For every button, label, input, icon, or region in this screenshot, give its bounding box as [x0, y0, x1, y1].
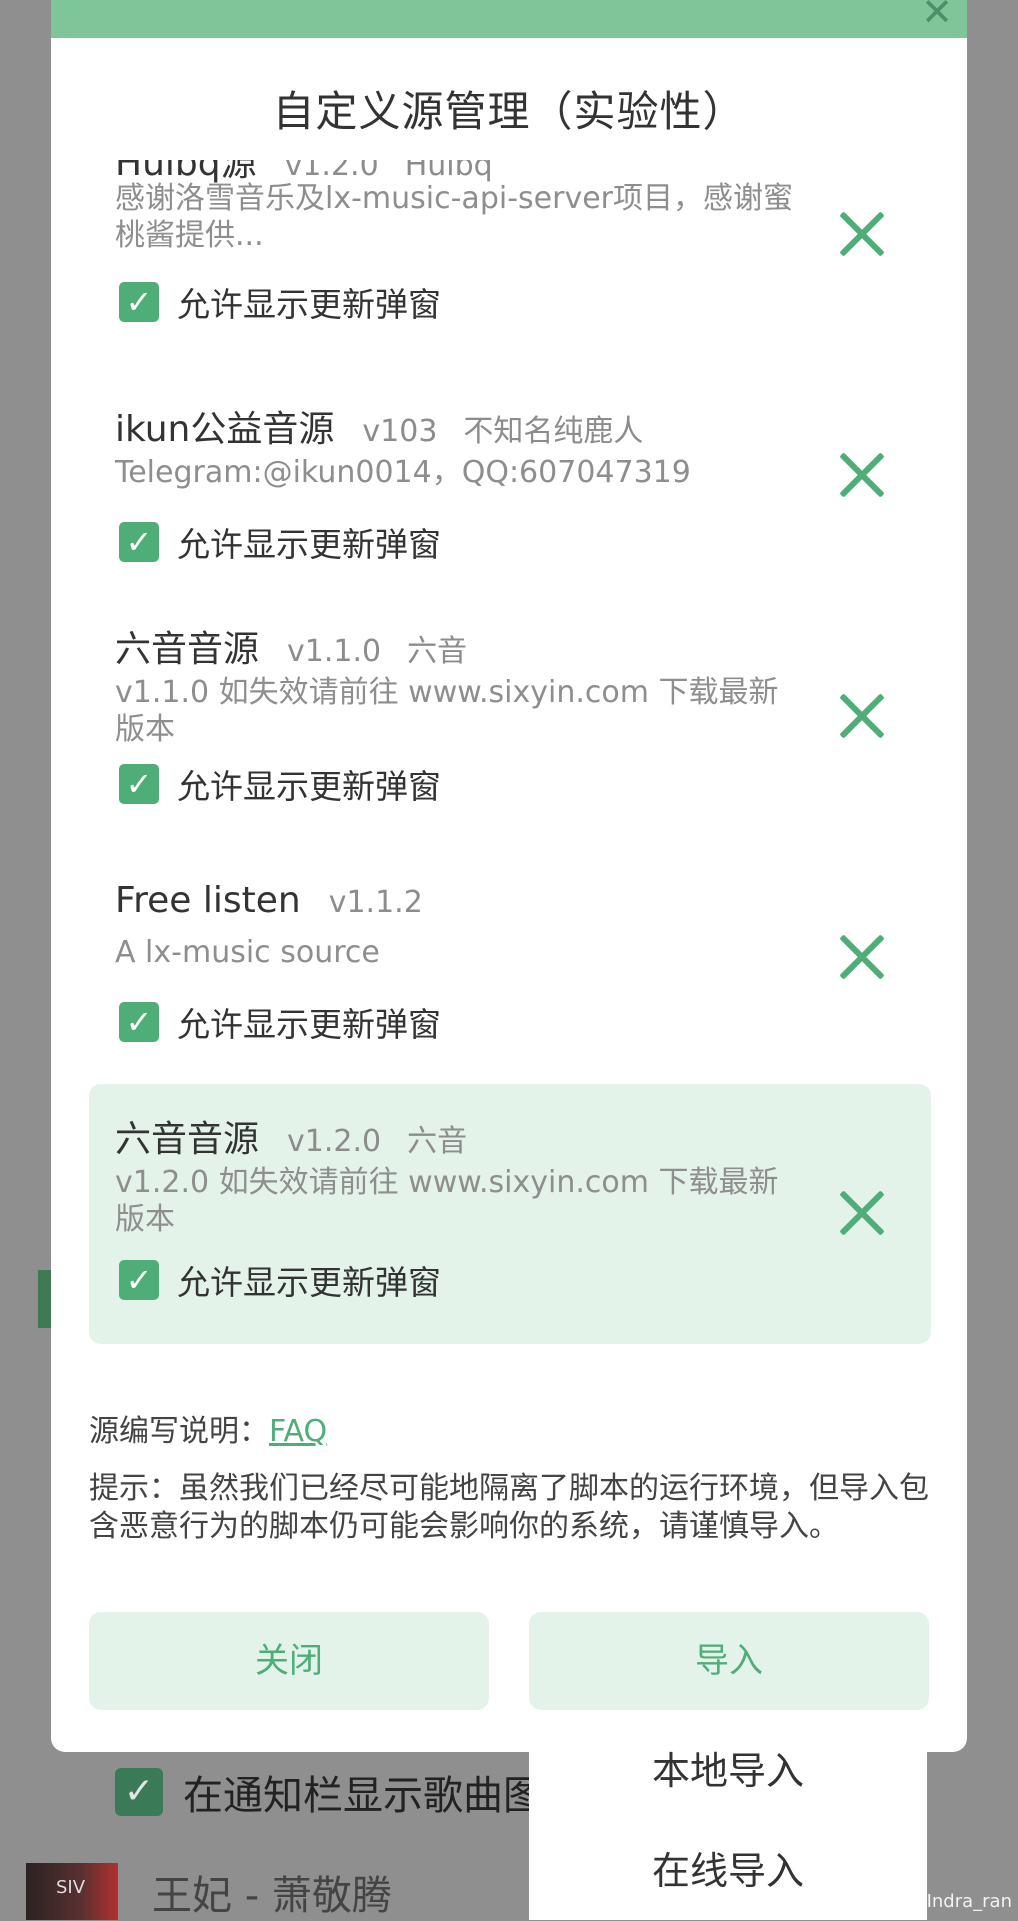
source-version: v1.1.0 [287, 634, 382, 669]
source-description: v1.1.0 如失效请前往 www.sixyin.com 下载最新版本 [115, 675, 779, 747]
source-header: 六音音源 v1.2.0 六音 [115, 1110, 467, 1162]
source-description: v1.2.0 如失效请前往 www.sixyin.com 下载最新版本 [115, 1165, 779, 1237]
delete-source-icon[interactable] [837, 691, 887, 741]
custom-source-dialog: ✕ 自定义源管理（实验性） Huibq源 v1.2.0 Huibq 感谢洛雪音乐… [51, 0, 967, 1752]
source-description: Telegram:@ikun0014，QQ:607047319 [115, 455, 691, 490]
source-header: 六音音源 v1.1.0 六音 [115, 620, 467, 672]
allow-update-label: 允许显示更新弹窗 [177, 1263, 441, 1302]
album-cover-text: SIV [56, 1877, 86, 1898]
safety-tip: 提示：虽然我们已经尽可能地隔离了脚本的运行环境，但导入包含恶意行为的脚本仍可能会… [89, 1471, 929, 1544]
background-accent-strip [38, 1270, 52, 1328]
allow-update-label: 允许显示更新弹窗 [177, 1005, 441, 1044]
source-header: ikun公益音源 v103 不知名纯鹿人 [115, 400, 643, 452]
source-name: 六音音源 [115, 629, 260, 670]
source-description: A lx-music source [115, 935, 380, 970]
source-item-selected[interactable]: 六音音源 v1.2.0 六音 v1.2.0 如失效请前往 www.sixyin.… [89, 1084, 931, 1344]
allow-update-checkbox[interactable]: ✓ 允许显示更新弹窗 [119, 278, 441, 326]
source-item: Free listen v1.1.2 A lx-music source ✓ 允… [89, 880, 931, 1050]
allow-update-label: 允许显示更新弹窗 [177, 525, 441, 564]
allow-update-label: 允许显示更新弹窗 [177, 767, 441, 806]
menu-item-local-import[interactable]: 本地导入 [529, 1740, 927, 1795]
dialog-title: 自定义源管理（实验性） [272, 87, 746, 136]
source-item: 六音音源 v1.1.0 六音 v1.1.0 如失效请前往 www.sixyin.… [89, 620, 931, 820]
close-icon[interactable]: ✕ [919, 0, 955, 34]
delete-source-icon[interactable] [837, 209, 887, 259]
source-author: 六音 [407, 1124, 468, 1159]
close-button[interactable]: 关闭 [89, 1612, 489, 1710]
source-list[interactable]: Huibq源 v1.2.0 Huibq 感谢洛雪音乐及lx-music-api-… [51, 160, 967, 1350]
faq-prefix: 源编写说明： [89, 1414, 269, 1449]
background-notify-setting: ✓ 在通知栏显示歌曲图 [115, 1762, 543, 1822]
source-version: v103 [362, 414, 438, 449]
checkbox-checked-icon: ✓ [119, 1002, 159, 1042]
import-button[interactable]: 导入 [529, 1612, 929, 1710]
source-item: ikun公益音源 v103 不知名纯鹿人 Telegram:@ikun0014，… [89, 400, 931, 570]
checkbox-checked-icon: ✓ [119, 282, 159, 322]
source-author: 不知名纯鹿人 [463, 414, 644, 449]
source-version: v1.1.2 [328, 885, 423, 920]
source-header: Free listen v1.1.2 [115, 880, 449, 921]
dialog-top-bar: ✕ [51, 0, 967, 38]
checkbox-checked-icon: ✓ [119, 522, 159, 562]
source-name: Free listen [115, 880, 301, 921]
now-playing-song: 王妃 - 萧敬腾 [152, 1873, 392, 1919]
source-name: ikun公益音源 [115, 409, 335, 450]
delete-source-icon[interactable] [837, 450, 887, 500]
allow-update-checkbox[interactable]: ✓ 允许显示更新弹窗 [119, 760, 441, 808]
source-item: Huibq源 v1.2.0 Huibq 感谢洛雪音乐及lx-music-api-… [89, 160, 931, 340]
menu-item-online-import[interactable]: 在线导入 [529, 1840, 927, 1895]
checkbox-checked-icon: ✓ [119, 764, 159, 804]
album-cover: SIV [26, 1863, 118, 1920]
source-name: 六音音源 [115, 1119, 260, 1160]
background-notify-label: 在通知栏显示歌曲图 [183, 1773, 543, 1819]
allow-update-label: 允许显示更新弹窗 [177, 285, 441, 324]
delete-source-icon[interactable] [837, 1188, 887, 1238]
faq-link[interactable]: FAQ [269, 1414, 327, 1449]
source-description: 感谢洛雪音乐及lx-music-api-server项目，感谢蜜桃酱提供... [115, 181, 793, 253]
allow-update-checkbox[interactable]: ✓ 允许显示更新弹窗 [119, 518, 441, 566]
allow-update-checkbox[interactable]: ✓ 允许显示更新弹窗 [119, 1256, 441, 1304]
allow-update-checkbox[interactable]: ✓ 允许显示更新弹窗 [119, 998, 441, 1046]
checkbox-checked-icon: ✓ [115, 1768, 163, 1816]
source-version: v1.2.0 [287, 1124, 382, 1159]
faq-row: 源编写说明：FAQ [89, 1406, 327, 1450]
delete-source-icon[interactable] [837, 932, 887, 982]
checkbox-checked-icon: ✓ [119, 1260, 159, 1300]
import-menu: 本地导入 在线导入 [529, 1712, 927, 1920]
source-author: 六音 [407, 634, 468, 669]
